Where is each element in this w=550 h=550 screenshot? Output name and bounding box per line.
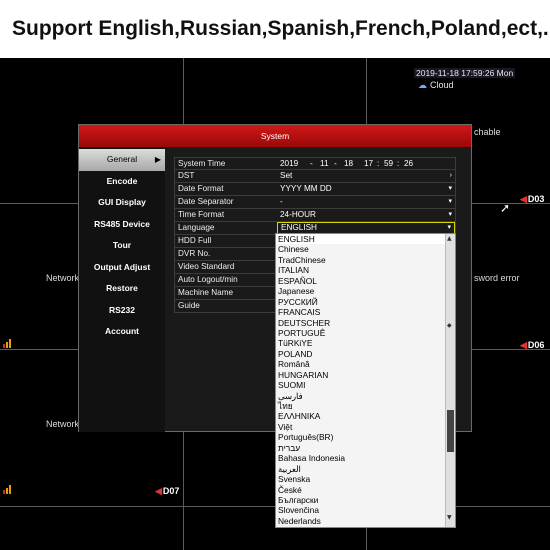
language-option[interactable]: DEUTSCHER bbox=[276, 318, 446, 328]
dropdown-scrollbar[interactable]: ▲ ◆ ▼ bbox=[445, 234, 455, 527]
language-option[interactable]: ΕΛΛΗΝΙΚΑ bbox=[276, 411, 446, 421]
video-standard-label: Video Standard bbox=[178, 262, 235, 271]
dvr-no-label: DVR No. bbox=[178, 249, 211, 258]
sidebar-item-restore[interactable]: Restore bbox=[79, 278, 165, 300]
chevron-down-icon: ▾ bbox=[448, 211, 452, 218]
scroll-up-icon: ◆ bbox=[447, 322, 452, 329]
settings-sidebar: General ▶ Encode GUI Display RS485 Device… bbox=[79, 147, 165, 432]
camera-status-text: Network bbox=[46, 419, 80, 429]
date-format-select[interactable]: YYYY MM DD ▾ bbox=[277, 183, 455, 195]
language-option[interactable]: Svenska bbox=[276, 474, 446, 484]
date-format-label: Date Format bbox=[178, 184, 224, 193]
channel-label: ◀D03 bbox=[520, 194, 545, 204]
system-time-field[interactable]: 2019-11-18 17:59:26 bbox=[277, 158, 455, 169]
language-option[interactable]: Bahasa Indonesia bbox=[276, 453, 446, 463]
sidebar-item-tour[interactable]: Tour bbox=[79, 235, 165, 257]
cloud-icon: ☁ bbox=[418, 80, 427, 90]
time-format-select[interactable]: 24-HOUR ▾ bbox=[277, 209, 455, 221]
language-option[interactable]: Slovenčina bbox=[276, 505, 446, 515]
language-option[interactable]: Português(BR) bbox=[276, 432, 446, 442]
signal-icon bbox=[3, 485, 13, 494]
hdd-full-label: HDD Full bbox=[178, 236, 212, 245]
language-option[interactable]: POLAND bbox=[276, 349, 446, 359]
scroll-down-icon[interactable]: ▼ bbox=[447, 514, 452, 521]
language-option[interactable]: TüRKiYE bbox=[276, 338, 446, 348]
language-option[interactable]: ITALIAN bbox=[276, 265, 446, 275]
language-option[interactable]: ไทย bbox=[276, 401, 446, 411]
sidebar-item-rs232[interactable]: RS232 bbox=[79, 300, 165, 322]
sidebar-item-output-adjust[interactable]: Output Adjust bbox=[79, 257, 165, 279]
dst-setting[interactable]: Set › bbox=[277, 170, 455, 182]
date-separator-label: Date Separator bbox=[178, 197, 234, 206]
dst-row: DST Set › bbox=[174, 170, 456, 183]
language-option[interactable]: PORTUGUÊ bbox=[276, 328, 446, 338]
language-option[interactable]: HUNGARIAN bbox=[276, 370, 446, 380]
cloud-status: ☁ Cloud bbox=[418, 80, 454, 91]
machine-name-label: Machine Name bbox=[178, 288, 234, 297]
sidebar-item-gui-display[interactable]: GUI Display bbox=[79, 192, 165, 214]
sidebar-item-account[interactable]: Account bbox=[79, 321, 165, 343]
language-option[interactable]: TradChinese bbox=[276, 255, 446, 265]
language-option[interactable]: العربية bbox=[276, 464, 446, 474]
chevron-right-icon: › bbox=[449, 172, 452, 179]
camera-status-text: sword error bbox=[474, 273, 520, 283]
banner-text: Support English,Russian,Spanish,French,P… bbox=[12, 17, 549, 40]
chevron-down-icon: ▾ bbox=[448, 198, 452, 205]
language-option[interactable]: Việt bbox=[276, 422, 446, 432]
language-option[interactable]: ESPAÑOL bbox=[276, 276, 446, 286]
sidebar-item-encode[interactable]: Encode bbox=[79, 171, 165, 193]
signal-icon bbox=[3, 339, 13, 348]
language-option[interactable]: فارسی bbox=[276, 391, 446, 401]
dst-label: DST bbox=[178, 171, 195, 180]
scroll-up-icon[interactable]: ▲ bbox=[447, 235, 452, 242]
speaker-icon: ◀ bbox=[520, 340, 527, 350]
language-option[interactable]: FRANCAIS bbox=[276, 307, 446, 317]
system-time-row: System Time 2019-11-18 17:59:26 bbox=[174, 157, 456, 170]
auto-logout-label: Auto Logout/min bbox=[178, 275, 238, 284]
sidebar-item-general[interactable]: General ▶ bbox=[79, 149, 165, 171]
speaker-icon: ◀ bbox=[520, 194, 527, 204]
time-format-row: Time Format 24-HOUR ▾ bbox=[174, 209, 456, 222]
scrollbar-thumb[interactable] bbox=[447, 410, 454, 452]
language-option[interactable]: Nederlands bbox=[276, 516, 446, 526]
window-title: System bbox=[79, 125, 471, 147]
time-format-label: Time Format bbox=[178, 210, 225, 219]
language-option[interactable]: České bbox=[276, 485, 446, 495]
chevron-right-icon: ▶ bbox=[154, 155, 161, 164]
language-option[interactable]: Română bbox=[276, 359, 446, 369]
language-option[interactable]: ENGLISH bbox=[276, 234, 446, 245]
cloud-label: Cloud bbox=[430, 80, 454, 90]
date-separator-select[interactable]: - ▾ bbox=[277, 196, 455, 208]
guide-label: Guide bbox=[178, 301, 200, 310]
language-option[interactable]: Български bbox=[276, 495, 446, 505]
language-label: Language bbox=[178, 223, 215, 232]
language-option[interactable]: SUOMI bbox=[276, 380, 446, 390]
channel-label: ◀D07 bbox=[155, 486, 180, 496]
datetime-overlay: 2019-11-18 17:59:26 Mon bbox=[414, 68, 516, 78]
system-time-label: System Time bbox=[178, 159, 226, 168]
mouse-cursor-icon: ➚ bbox=[500, 201, 511, 215]
language-option[interactable]: РУССКИЙ bbox=[276, 297, 446, 307]
language-option[interactable]: עברית bbox=[276, 443, 446, 453]
speaker-icon: ◀ bbox=[155, 486, 162, 496]
promo-banner: Support English,Russian,Spanish,French,P… bbox=[0, 0, 550, 58]
channel-label: ◀D06 bbox=[520, 340, 545, 350]
language-option[interactable]: Japanese bbox=[276, 286, 446, 296]
language-dropdown-list[interactable]: ENGLISH Chinese TradChinese ITALIAN ESPAÑOL J… bbox=[275, 233, 456, 528]
language-option[interactable]: Chinese bbox=[276, 244, 446, 254]
chevron-down-icon: ▾ bbox=[448, 185, 452, 192]
language-options: ENGLISH Chinese TradChinese ITALIAN ESPAÑOL J… bbox=[276, 234, 446, 526]
camera-status-text: chable bbox=[474, 127, 501, 137]
sidebar-item-rs485-device[interactable]: RS485 Device bbox=[79, 214, 165, 236]
date-format-row: Date Format YYYY MM DD ▾ bbox=[174, 183, 456, 196]
date-separator-row: Date Separator - ▾ bbox=[174, 196, 456, 209]
camera-status-text: Network bbox=[46, 273, 80, 283]
chevron-down-icon: ▾ bbox=[447, 224, 451, 231]
